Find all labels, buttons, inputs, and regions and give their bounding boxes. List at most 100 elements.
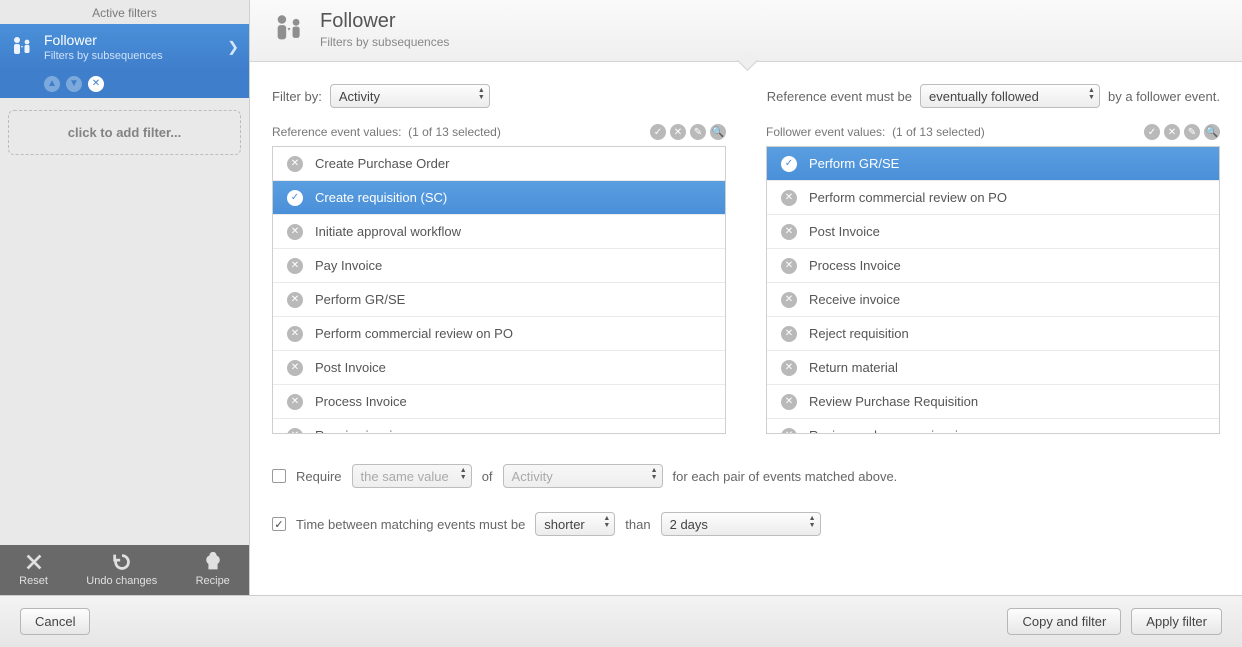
list-item-label: Create requisition (SC) — [315, 190, 447, 205]
list-item[interactable]: ✕ Review and approve invoice — [767, 419, 1219, 433]
select-all-icon[interactable]: ✓ — [650, 124, 666, 140]
list-item-label: Post Invoice — [809, 224, 880, 239]
cancel-button[interactable]: Cancel — [20, 608, 90, 635]
require-value-select[interactable]: the same value ▲▼ — [352, 464, 472, 488]
list-item[interactable]: ✕ Reject requisition — [767, 317, 1219, 351]
time-label: Time between matching events must be — [296, 517, 525, 532]
filter-card-title: Follower — [44, 32, 163, 48]
time-row: Time between matching events must be sho… — [272, 512, 1220, 536]
move-down-icon[interactable]: ▼ — [66, 76, 82, 92]
stepper-icon: ▲▼ — [651, 467, 658, 481]
page-title: Follower — [320, 10, 449, 33]
list-item[interactable]: ✕ Perform GR/SE — [273, 283, 725, 317]
sidebar-footer: Reset Undo changes Recipe — [0, 545, 249, 595]
list-item-label: Pay Invoice — [315, 258, 382, 273]
list-item[interactable]: ✓ Create requisition (SC) — [273, 181, 725, 215]
undo-icon — [111, 551, 133, 573]
bottom-bar: Cancel Copy and filter Apply filter — [0, 595, 1242, 647]
follower-icon — [10, 34, 34, 61]
require-of-label: of — [482, 469, 493, 484]
list-item-label: Post Invoice — [315, 360, 386, 375]
close-icon: ✕ — [781, 326, 797, 342]
reference-list-column: Reference event values: (1 of 13 selecte… — [272, 124, 726, 434]
time-comparator-select[interactable]: shorter ▲▼ — [535, 512, 615, 536]
move-up-icon[interactable]: ▲ — [44, 76, 60, 92]
checkmark-icon: ✓ — [781, 156, 797, 172]
list-item[interactable]: ✕Perform commercial review on PO — [767, 181, 1219, 215]
chevron-right-icon: ❯ — [227, 39, 239, 56]
list-item[interactable]: ✕ Process Invoice — [767, 249, 1219, 283]
list-item[interactable]: ✓ Perform GR/SE — [767, 147, 1219, 181]
copy-and-filter-button[interactable]: Copy and filter — [1007, 608, 1121, 635]
undo-button[interactable]: Undo changes — [86, 551, 157, 587]
remove-filter-icon[interactable]: ✕ — [88, 76, 104, 92]
time-duration-select[interactable]: 2 days ▲▼ — [661, 512, 821, 536]
main-panel: Follower Filters by subsequences Filter … — [250, 0, 1242, 595]
list-item-label: Review and approve invoice — [809, 428, 972, 433]
apply-filter-button[interactable]: Apply filter — [1131, 608, 1222, 635]
list-item[interactable]: ✕Perform commercial review on PO — [273, 317, 725, 351]
list-item[interactable]: ✕ Initiate approval workflow — [273, 215, 725, 249]
search-icon[interactable]: 🔍 — [710, 124, 726, 140]
deselect-all-icon[interactable]: ✕ — [1164, 124, 1180, 140]
list-item[interactable]: ✕ Receive invoice — [767, 283, 1219, 317]
time-checkbox[interactable] — [272, 517, 286, 531]
close-icon: ✕ — [781, 258, 797, 274]
list-item-label: Perform GR/SE — [809, 156, 899, 171]
filter-by-select[interactable]: Activity ▲▼ — [330, 84, 490, 108]
list-item-label: Initiate approval workflow — [315, 224, 461, 239]
follower-list-label: Follower event values: (1 of 13 selected… — [766, 125, 985, 139]
list-item-label: Return material — [809, 360, 898, 375]
reference-must-be-label: Reference event must be — [767, 89, 912, 104]
stepper-icon: ▲▼ — [460, 467, 467, 481]
list-item[interactable]: ✕ Post Invoice — [767, 215, 1219, 249]
edit-icon[interactable]: ✎ — [1184, 124, 1200, 140]
add-filter-button[interactable]: click to add filter... — [8, 110, 241, 155]
reset-button[interactable]: Reset — [19, 551, 48, 587]
recipe-button[interactable]: Recipe — [196, 551, 230, 587]
close-icon: ✕ — [287, 224, 303, 240]
select-all-icon[interactable]: ✓ — [1144, 124, 1160, 140]
list-item[interactable]: ✕Return material — [767, 351, 1219, 385]
reference-listbox[interactable]: ✕Create Purchase Order✓Create requisitio… — [273, 147, 725, 433]
require-attr-select[interactable]: Activity ▲▼ — [503, 464, 663, 488]
list-item-label: Perform commercial review on PO — [809, 190, 1007, 205]
reference-mode-select[interactable]: eventually followed ▲▼ — [920, 84, 1100, 108]
deselect-all-icon[interactable]: ✕ — [670, 124, 686, 140]
search-icon[interactable]: 🔍 — [1204, 124, 1220, 140]
list-item-label: Reject requisition — [809, 326, 909, 341]
filter-by-label: Filter by: — [272, 89, 322, 104]
list-item-label: Create Purchase Order — [315, 156, 449, 171]
active-filter-card[interactable]: Follower Filters by subsequences ❯ — [0, 24, 249, 70]
filter-card-actions: ▲ ▼ ✕ — [0, 70, 249, 98]
close-icon: ✕ — [287, 326, 303, 342]
list-item[interactable]: ✕ Post Invoice — [273, 351, 725, 385]
close-icon: ✕ — [781, 428, 797, 434]
close-icon: ✕ — [287, 394, 303, 410]
sidebar: Active filters Follower Filters by subse… — [0, 0, 250, 595]
chef-hat-icon — [202, 551, 224, 573]
list-item[interactable]: ✕Review Purchase Requisition — [767, 385, 1219, 419]
edit-icon[interactable]: ✎ — [690, 124, 706, 140]
close-icon: ✕ — [781, 292, 797, 308]
list-item[interactable]: ✕Receive invoice — [273, 419, 725, 433]
require-row: Require the same value ▲▼ of Activity ▲▼… — [272, 464, 1220, 488]
require-checkbox[interactable] — [272, 469, 286, 483]
follower-listbox[interactable]: ✓Perform GR/SE✕Perform commercial review… — [767, 147, 1219, 433]
list-item-label: Receive invoice — [809, 292, 900, 307]
close-icon: ✕ — [781, 224, 797, 240]
close-icon — [23, 551, 45, 573]
list-item[interactable]: ✕Process Invoice — [273, 385, 725, 419]
follower-list-column: Follower event values: (1 of 13 selected… — [766, 124, 1220, 434]
list-item-label: Process Invoice — [809, 258, 901, 273]
close-icon: ✕ — [287, 292, 303, 308]
stepper-icon: ▲▼ — [478, 87, 485, 101]
list-item[interactable]: ✕Pay Invoice — [273, 249, 725, 283]
list-item-label: Perform GR/SE — [315, 292, 405, 307]
follower-large-icon — [272, 11, 306, 48]
by-follower-label: by a follower event. — [1108, 89, 1220, 104]
close-icon: ✕ — [287, 360, 303, 376]
checkmark-icon: ✓ — [287, 190, 303, 206]
close-icon: ✕ — [287, 428, 303, 434]
list-item[interactable]: ✕Create Purchase Order — [273, 147, 725, 181]
